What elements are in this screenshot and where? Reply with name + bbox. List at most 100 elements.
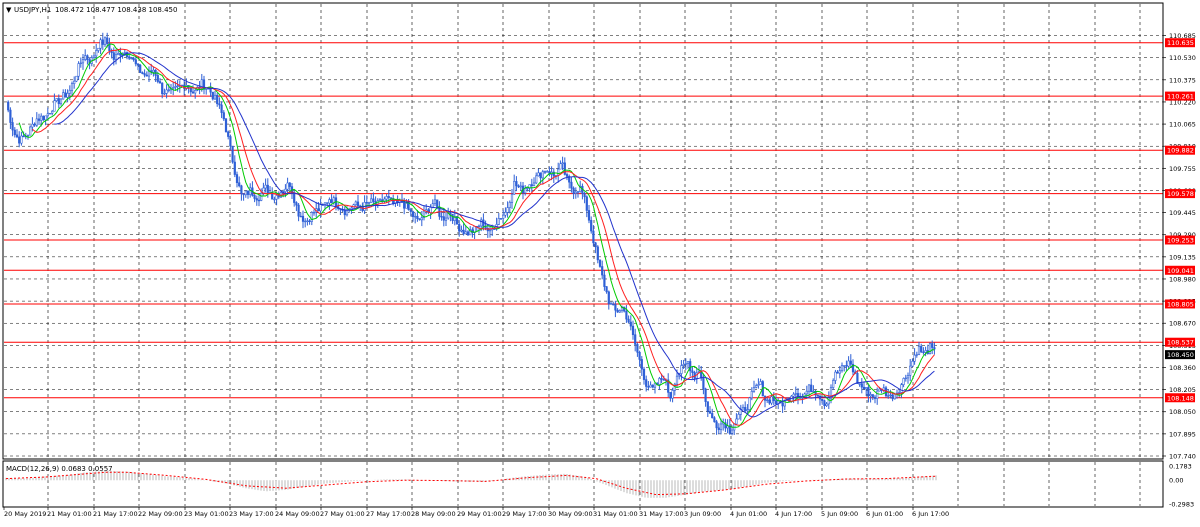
- candle-body: [660, 378, 663, 380]
- candle-body: [598, 259, 602, 267]
- price-tick-label: 108.205: [1169, 386, 1196, 394]
- candle-body: [702, 377, 705, 390]
- time-tick-label: 27 May 17:00: [366, 510, 411, 518]
- candle-body: [86, 55, 89, 61]
- candle-body: [409, 209, 412, 212]
- candle-body: [433, 199, 437, 204]
- level-badge-label: 110.261: [1167, 93, 1194, 101]
- candle-body: [378, 199, 382, 201]
- candle-body: [161, 82, 164, 95]
- candle-body: [458, 223, 461, 232]
- candle-body: [385, 196, 388, 200]
- time-tick-label: 21 May 01:00: [47, 510, 92, 518]
- candle-body: [904, 377, 907, 380]
- candle-body: [658, 378, 661, 385]
- candle-body: [328, 199, 331, 204]
- candle-body: [156, 75, 159, 82]
- candle-body: [235, 174, 239, 184]
- candle-body: [101, 39, 104, 45]
- candle-body: [750, 391, 753, 399]
- candle-body: [576, 191, 580, 193]
- candle-body: [264, 184, 267, 189]
- candle-body: [559, 163, 562, 170]
- candle-body: [746, 409, 749, 412]
- candle-body: [917, 345, 921, 355]
- time-tick-label: 23 May 17:00: [229, 510, 274, 518]
- candle-body: [103, 37, 107, 45]
- candle-body: [913, 354, 916, 362]
- macd-tick-label: 0.00: [1169, 477, 1183, 485]
- time-tick-label: 21 May 17:00: [93, 510, 138, 518]
- time-tick-label: 4 Jun 01:00: [730, 510, 767, 518]
- level-badge-label: 108.805: [1167, 300, 1194, 308]
- candle-body: [139, 64, 142, 73]
- candle-body: [649, 384, 652, 388]
- candle-body: [242, 193, 245, 196]
- macd-tick-label: 0.1783: [1169, 463, 1192, 471]
- candle-body: [387, 196, 390, 198]
- candle-body: [812, 390, 815, 393]
- chart-window[interactable]: 110.685110.530110.375110.220110.065109.9…: [0, 0, 1200, 523]
- candle-body: [20, 135, 23, 144]
- candle-body: [499, 218, 503, 220]
- candle-body: [640, 359, 643, 370]
- candle-body: [638, 351, 641, 360]
- candle-body: [51, 110, 54, 114]
- candle-body: [867, 387, 870, 397]
- candle-body: [900, 384, 903, 393]
- candle-body: [807, 384, 811, 392]
- candle-body: [825, 403, 828, 406]
- candle-body: [224, 118, 228, 133]
- candle-body: [887, 395, 890, 397]
- triangle-down-icon[interactable]: ▼: [6, 6, 12, 14]
- candle-body: [297, 204, 300, 217]
- time-tick-label: 3 Jun 09:00: [684, 510, 721, 518]
- candle-body: [526, 187, 529, 190]
- candle-body: [840, 365, 844, 372]
- candle-body: [768, 399, 771, 404]
- candle-body: [304, 220, 307, 223]
- candle-body: [136, 63, 140, 66]
- candle-body: [293, 193, 296, 203]
- candle-body: [642, 368, 646, 380]
- candle-body: [33, 123, 36, 126]
- price-tick-label: 109.755: [1169, 165, 1196, 173]
- candle-body: [647, 386, 650, 388]
- candle-body: [332, 197, 335, 203]
- candle-body: [367, 202, 371, 204]
- candle-body: [845, 365, 848, 367]
- candle-body: [878, 388, 881, 392]
- candle-body: [873, 396, 877, 399]
- candle-body: [482, 219, 485, 227]
- candle-body: [715, 421, 718, 429]
- candle-body: [570, 181, 573, 189]
- candle-body: [22, 135, 25, 138]
- candle-body: [671, 390, 674, 399]
- candle-body: [345, 209, 349, 216]
- candle-body: [541, 171, 544, 179]
- candle-body: [876, 390, 879, 399]
- candle-body: [513, 181, 516, 195]
- candle-body: [891, 394, 894, 400]
- candle-body: [504, 212, 507, 216]
- candle-body: [389, 197, 393, 199]
- candle-body: [508, 202, 511, 208]
- candle-body: [284, 188, 287, 192]
- candle-body: [524, 188, 527, 194]
- candle-body: [95, 50, 98, 57]
- candle-body: [546, 171, 549, 173]
- candle-body: [440, 216, 443, 218]
- candle-body: [163, 93, 166, 95]
- candle-body: [719, 423, 723, 431]
- candle-body: [464, 231, 467, 235]
- candle-body: [557, 168, 560, 176]
- candle-body: [218, 103, 221, 106]
- level-badge-label: 110.635: [1167, 39, 1194, 47]
- chart-canvas[interactable]: 110.685110.530110.375110.220110.065109.9…: [0, 0, 1200, 523]
- time-tick-label: 30 May 09:00: [548, 510, 593, 518]
- candle-body: [675, 375, 679, 385]
- time-tick-label: 27 May 01:00: [320, 510, 365, 518]
- candle-body: [616, 309, 619, 313]
- candle-body: [627, 318, 630, 323]
- candle-body: [759, 381, 762, 385]
